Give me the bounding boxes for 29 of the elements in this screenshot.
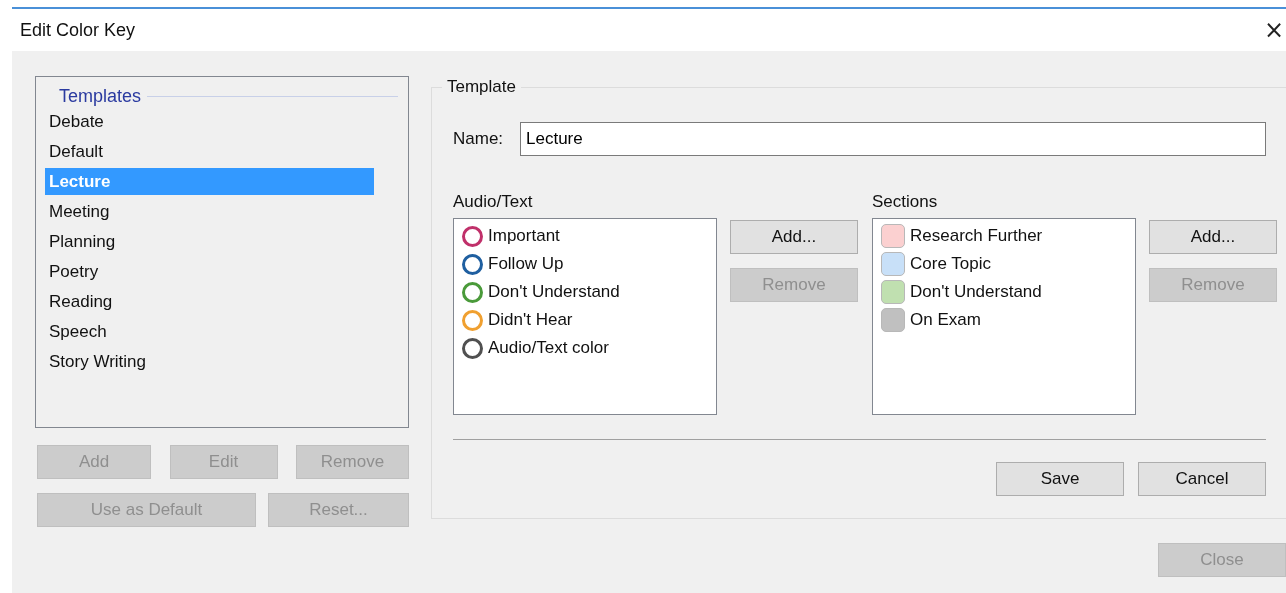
list-item[interactable]: On Exam — [881, 306, 1127, 334]
template-item[interactable]: Meeting — [45, 197, 374, 227]
audio-text-label: Audio/Text — [453, 192, 534, 212]
list-button[interactable]: Add... — [1149, 220, 1277, 254]
template-item[interactable]: Default — [45, 137, 374, 167]
list-item[interactable]: Follow Up — [462, 250, 708, 278]
sections-label: Sections — [872, 192, 939, 212]
list-item[interactable]: Research Further — [881, 222, 1127, 250]
list-item[interactable]: Important — [462, 222, 708, 250]
templates-heading: Templates — [59, 85, 142, 107]
list-item[interactable]: Audio/Text color — [462, 334, 708, 362]
template-item[interactable]: Reading — [45, 287, 374, 317]
name-label: Name: — [453, 129, 504, 149]
cancel-button[interactable]: Cancel — [1138, 462, 1266, 496]
template-item[interactable]: Poetry — [45, 257, 374, 287]
group-legend: Template — [442, 77, 521, 97]
list-item[interactable]: Don't Understand — [881, 278, 1127, 306]
list-button[interactable]: Add... — [730, 220, 858, 254]
template-item[interactable]: Story Writing — [45, 347, 374, 377]
list-item[interactable]: Core Topic — [881, 250, 1127, 278]
save-button[interactable]: Save — [996, 462, 1124, 496]
name-field[interactable]: Lecture — [520, 122, 1266, 156]
close-button[interactable]: × — [1263, 16, 1284, 44]
template-item[interactable]: Debate — [45, 107, 374, 137]
window-title: Edit Color Key — [20, 19, 136, 41]
template-item[interactable]: Speech — [45, 317, 374, 347]
list-item[interactable]: Don't Understand — [462, 278, 708, 306]
template-item[interactable]: Planning — [45, 227, 374, 257]
list-item[interactable]: Didn't Hear — [462, 306, 708, 334]
